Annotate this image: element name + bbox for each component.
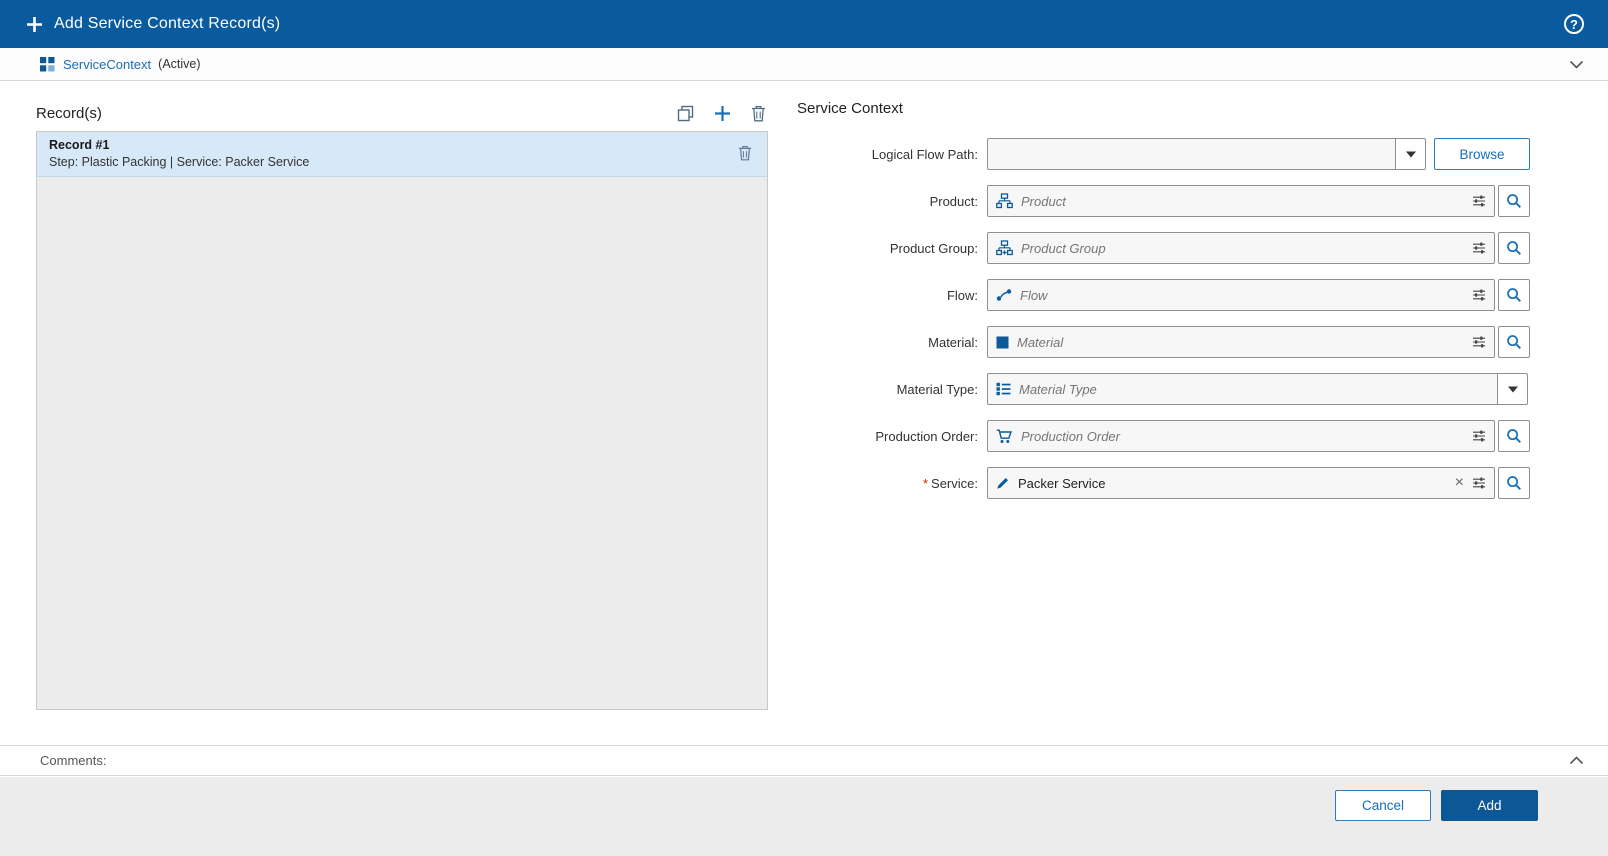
material-type-label: Material Type:	[797, 382, 987, 397]
flow-input[interactable]	[1020, 288, 1464, 303]
records-title: Record(s)	[36, 105, 102, 122]
field-row-product-group: Product Group:	[797, 232, 1557, 264]
field-row-material: Material:	[797, 326, 1557, 358]
production-order-search-button[interactable]	[1498, 420, 1530, 452]
records-header: Record(s)	[36, 98, 768, 128]
product-group-icon	[996, 240, 1013, 256]
logical-flow-path-label: Logical Flow Path:	[797, 147, 987, 162]
comments-chevron-up-icon[interactable]	[1569, 755, 1584, 766]
page-title: Add Service Context Record(s)	[54, 15, 280, 33]
material-icon	[996, 336, 1009, 349]
production-order-input[interactable]	[1021, 429, 1464, 444]
material-type-dropdown-button[interactable]	[1497, 373, 1528, 405]
flow-search-button[interactable]	[1498, 279, 1530, 311]
flow-filter-icon[interactable]	[1472, 288, 1486, 302]
product-label: Product:	[797, 194, 987, 209]
service-pencil-icon	[996, 476, 1010, 490]
record-subtitle: Step: Plastic Packing | Service: Packer …	[49, 155, 755, 169]
collapse-chevron-down-icon[interactable]	[1569, 59, 1584, 70]
logical-flow-path-input[interactable]	[996, 147, 1387, 162]
material-field[interactable]	[987, 326, 1495, 358]
material-label: Material:	[797, 335, 987, 350]
flow-field[interactable]	[987, 279, 1495, 311]
record-item-1[interactable]: Record #1 Step: Plastic Packing | Servic…	[37, 132, 767, 177]
context-bar: ServiceContext (Active)	[0, 48, 1608, 81]
breadcrumb-entity-link[interactable]: ServiceContext	[63, 57, 151, 72]
browse-button[interactable]: Browse	[1434, 138, 1530, 170]
service-input[interactable]	[1018, 476, 1447, 491]
service-clear-icon[interactable]: ×	[1455, 475, 1464, 491]
production-order-field[interactable]	[987, 420, 1495, 452]
comments-section[interactable]: Comments:	[0, 745, 1608, 776]
comments-label: Comments:	[40, 753, 106, 768]
entity-status: (Active)	[158, 57, 200, 71]
product-input[interactable]	[1021, 194, 1464, 209]
production-order-filter-icon[interactable]	[1472, 429, 1486, 443]
field-row-product: Product:	[797, 185, 1557, 217]
service-filter-icon[interactable]	[1472, 476, 1486, 490]
logical-flow-path-dropdown-button[interactable]	[1395, 138, 1426, 170]
material-type-input[interactable]	[1019, 382, 1489, 397]
product-group-search-button[interactable]	[1498, 232, 1530, 264]
cancel-button[interactable]: Cancel	[1335, 790, 1431, 821]
product-filter-icon[interactable]	[1472, 194, 1486, 208]
product-search-button[interactable]	[1498, 185, 1530, 217]
add-plus-icon	[26, 16, 43, 33]
required-marker: *	[923, 476, 928, 491]
record-delete-icon[interactable]	[736, 143, 754, 163]
product-icon	[996, 193, 1013, 209]
service-label: *Service:	[797, 476, 987, 491]
service-search-button[interactable]	[1498, 467, 1530, 499]
material-search-button[interactable]	[1498, 326, 1530, 358]
service-context-icon	[40, 57, 55, 72]
material-type-field[interactable]	[987, 373, 1497, 405]
field-row-production-order: Production Order:	[797, 420, 1557, 452]
product-group-label: Product Group:	[797, 241, 987, 256]
field-row-logical-flow-path: Logical Flow Path: Browse	[797, 138, 1557, 170]
service-field[interactable]: ×	[987, 467, 1495, 499]
title-bar: Add Service Context Record(s) ?	[0, 0, 1608, 48]
flow-label: Flow:	[797, 288, 987, 303]
material-filter-icon[interactable]	[1472, 335, 1486, 349]
product-group-input[interactable]	[1021, 241, 1464, 256]
production-order-label: Production Order:	[797, 429, 987, 444]
service-context-form: Service Context Logical Flow Path: Brows…	[797, 100, 1557, 514]
service-label-text: Service:	[931, 476, 978, 491]
add-button[interactable]: Add	[1441, 790, 1538, 821]
product-group-field[interactable]	[987, 232, 1495, 264]
delete-record-button[interactable]	[749, 103, 768, 124]
add-record-button[interactable]	[712, 103, 733, 124]
record-title: Record #1	[49, 138, 755, 152]
form-title: Service Context	[797, 100, 1557, 117]
product-group-filter-icon[interactable]	[1472, 241, 1486, 255]
footer-bar: Cancel Add	[0, 777, 1608, 856]
material-type-icon	[996, 382, 1011, 396]
copy-record-button[interactable]	[675, 103, 696, 124]
field-row-material-type: Material Type:	[797, 373, 1557, 405]
production-order-cart-icon	[996, 429, 1013, 444]
flow-icon	[996, 288, 1012, 302]
logical-flow-path-field[interactable]	[987, 138, 1395, 170]
help-icon[interactable]: ?	[1564, 14, 1584, 34]
field-row-flow: Flow:	[797, 279, 1557, 311]
records-panel: Record(s) Record #1 Step: Plastic P	[36, 98, 768, 710]
field-row-service: *Service: ×	[797, 467, 1557, 499]
material-input[interactable]	[1017, 335, 1464, 350]
record-list: Record #1 Step: Plastic Packing | Servic…	[36, 131, 768, 710]
product-field[interactable]	[987, 185, 1495, 217]
